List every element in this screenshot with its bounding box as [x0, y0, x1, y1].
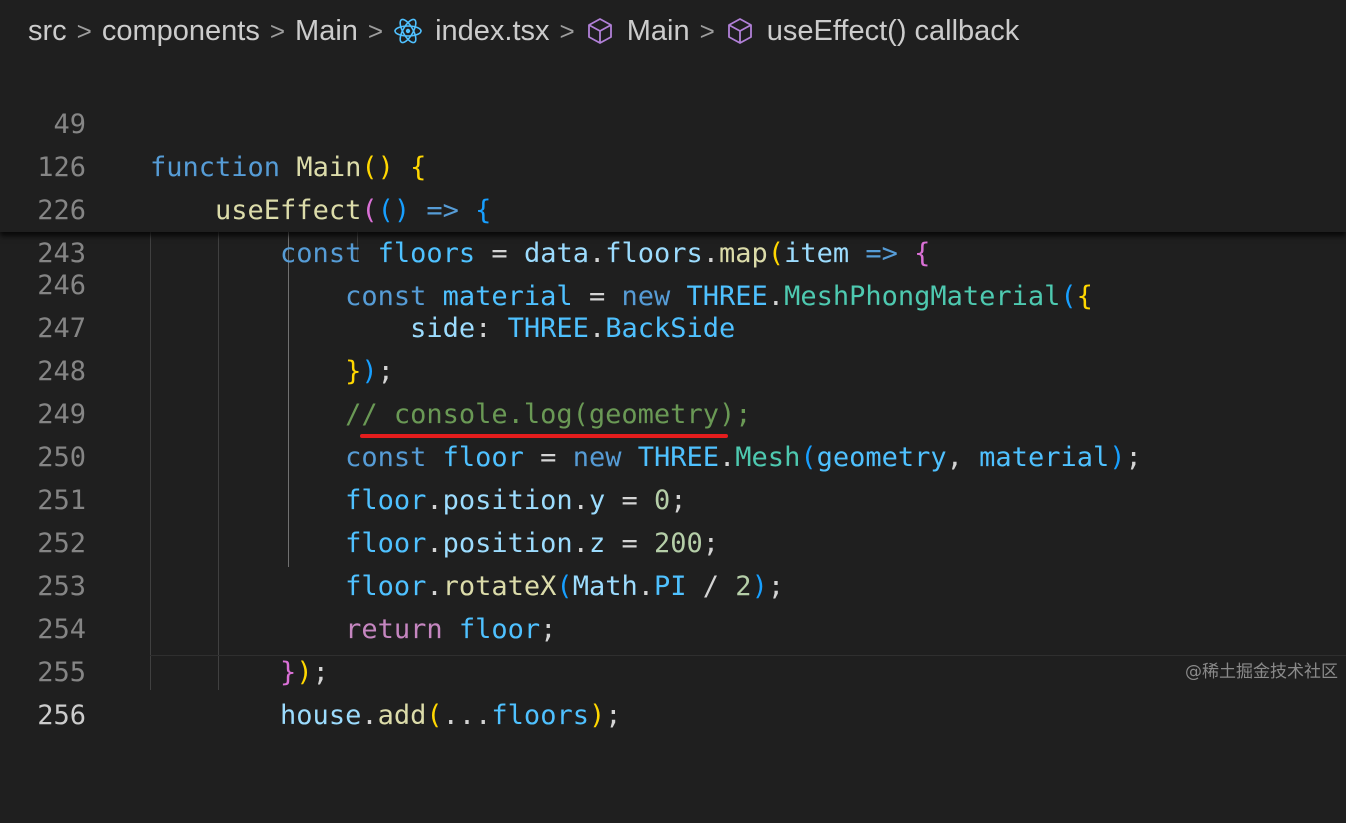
breadcrumb-item-useeffect-callback[interactable]: useEffect() callback: [725, 15, 1019, 48]
chevron-right-icon: >: [76, 15, 92, 46]
chevron-right-icon: >: [559, 15, 575, 46]
code-line[interactable]: 250 floor.position.y = 0;: [0, 393, 1346, 516]
symbol-method-icon: [585, 16, 615, 46]
breadcrumb: src > components > Main > index.tsx > Ma…: [0, 0, 1346, 62]
breadcrumb-item-src[interactable]: src: [28, 15, 67, 48]
breadcrumb-item-index-tsx[interactable]: index.tsx: [393, 15, 550, 48]
breadcrumb-item-main-folder[interactable]: Main: [295, 15, 358, 48]
line-number: 256: [37, 700, 86, 731]
code-text: const material = new THREE.MeshPhongMate…: [345, 281, 1093, 312]
chevron-right-icon: >: [699, 15, 715, 46]
breadcrumb-item-components[interactable]: components: [102, 15, 260, 48]
code-line[interactable]: 255 house.add(...floors);: [0, 608, 1346, 731]
sticky-scroll: 49 function Main() { 126 useEffect(() =>…: [0, 60, 1346, 312]
code-line[interactable]: 253 return floor;: [0, 522, 1346, 645]
line-number: 243: [37, 238, 86, 269]
code-text: house.add(...floors);: [280, 700, 622, 731]
breadcrumb-item-main-function[interactable]: Main: [585, 15, 690, 48]
sticky-line[interactable]: 49 function Main() {: [0, 60, 1346, 183]
current-line-highlight: [150, 655, 1346, 692]
react-icon: [393, 16, 423, 46]
chevron-right-icon: >: [269, 15, 286, 46]
sticky-line[interactable]: 243 const material = new THREE.MeshPhong…: [0, 189, 1346, 312]
code-text: const floors = data.floors.map(item => {: [280, 238, 931, 269]
sticky-line[interactable]: 126 useEffect(() => {: [0, 103, 1346, 226]
code-line[interactable]: 251 floor.position.z = 200;: [0, 436, 1346, 559]
chevron-right-icon: >: [367, 15, 384, 46]
code-line[interactable]: 254 });: [0, 565, 1346, 688]
symbol-method-icon: [725, 16, 755, 46]
sticky-line[interactable]: 226 const floors = data.floors.map(item …: [0, 146, 1346, 269]
watermark: @稀土掘金技术社区: [1185, 662, 1338, 682]
code-line[interactable]: 249 const floor = new THREE.Mesh(geometr…: [0, 350, 1346, 473]
annotation-underline: [360, 434, 728, 438]
code-line[interactable]: 252 floor.rotateX(Math.PI / 2);: [0, 479, 1346, 602]
